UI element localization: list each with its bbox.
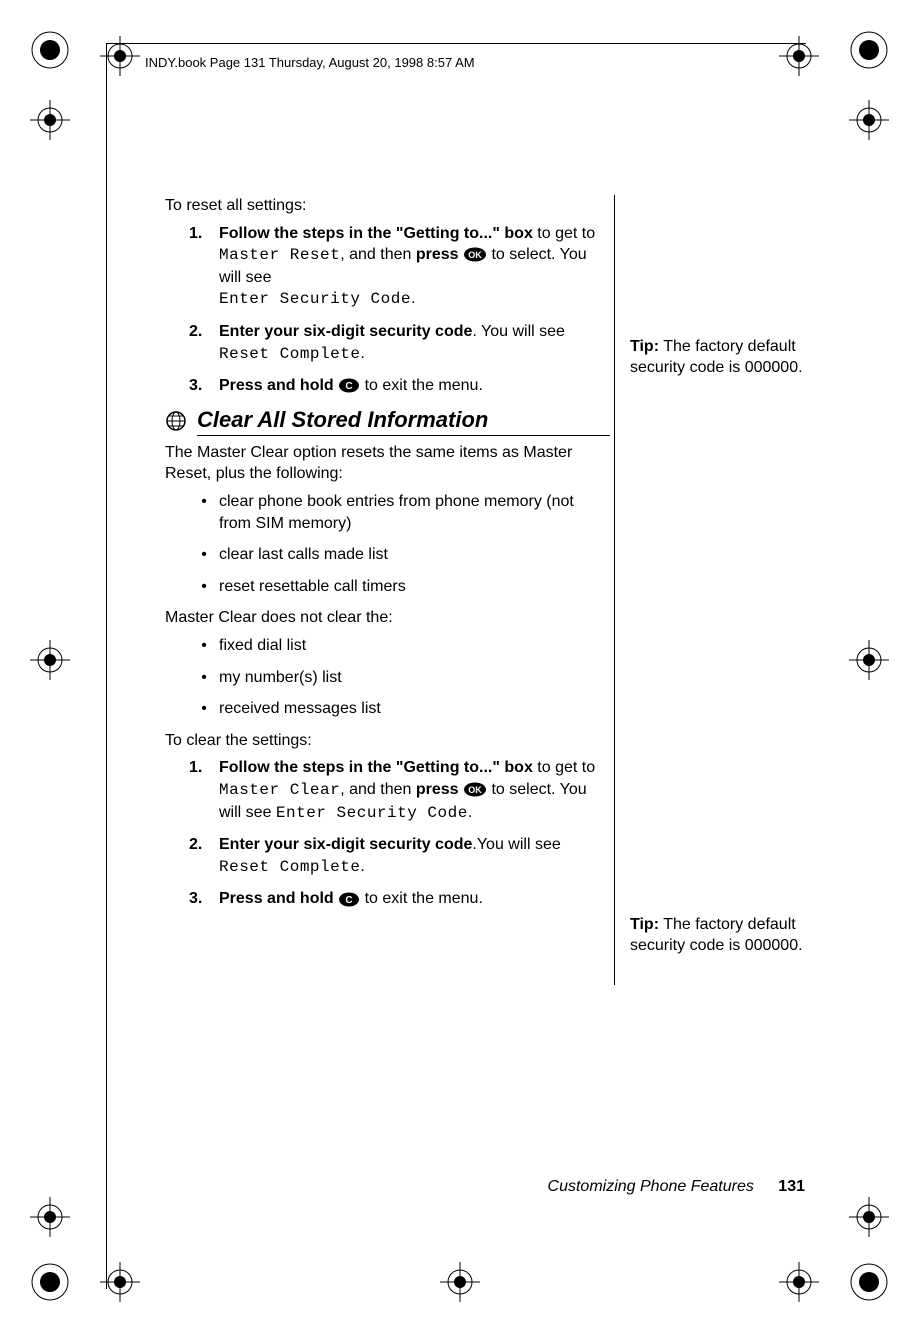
step-bold: Press and hold: [219, 377, 334, 394]
ok-key-icon: OK: [463, 244, 487, 266]
crop-mark-icon: [849, 1197, 889, 1237]
lcd-text: Reset Complete: [219, 345, 360, 363]
paragraph: Master Clear does not clear the:: [165, 607, 610, 629]
step-item: 2. Enter your six-digit security code.Yo…: [165, 834, 610, 878]
bullet-list: •clear phone book entries from phone mem…: [165, 491, 610, 597]
step-bold: Follow the steps in the "Getting to..." …: [219, 759, 533, 776]
tip-label: Tip:: [630, 916, 659, 933]
registration-mark-icon: [30, 1262, 70, 1302]
tip-label: Tip:: [630, 338, 659, 355]
list-item: •clear last calls made list: [165, 544, 610, 566]
intro-text: To clear the settings:: [165, 730, 610, 752]
page-number: 131: [778, 1178, 805, 1195]
content-divider: [614, 195, 615, 985]
list-item: •clear phone book entries from phone mem…: [165, 491, 610, 534]
step-bold: Press and hold: [219, 890, 334, 907]
step-item: 3. Press and hold C to exit the menu.: [165, 888, 610, 910]
svg-text:C: C: [346, 381, 353, 392]
crop-mark-icon: [849, 100, 889, 140]
bullet-list: •fixed dial list •my number(s) list •rec…: [165, 635, 610, 720]
svg-text:C: C: [346, 895, 353, 906]
step-number: 1.: [165, 223, 219, 311]
list-item: •fixed dial list: [165, 635, 610, 657]
list-item: •my number(s) list: [165, 667, 610, 689]
registration-mark-icon: [849, 1262, 889, 1302]
svg-text:OK: OK: [468, 250, 482, 260]
tip-note: Tip: The factory default security code i…: [630, 915, 810, 957]
crop-mark-icon: [30, 640, 70, 680]
main-content: To reset all settings: 1. Follow the ste…: [165, 195, 610, 920]
lcd-text: Master Clear: [219, 781, 340, 799]
lcd-text: Enter Security Code: [219, 290, 411, 308]
header-rule: [106, 43, 806, 45]
section-heading: Clear All Stored Information: [197, 407, 610, 436]
crop-mark-icon: [30, 1197, 70, 1237]
paragraph: The Master Clear option resets the same …: [165, 442, 610, 485]
step-number: 3.: [165, 888, 219, 910]
crop-mark-icon: [849, 640, 889, 680]
step-number: 2.: [165, 834, 219, 878]
list-item: •reset resettable call timers: [165, 576, 610, 598]
running-header: INDY.book Page 131 Thursday, August 20, …: [145, 55, 475, 70]
step-number: 2.: [165, 321, 219, 365]
page-footer: Customizing Phone Features 131: [165, 1178, 805, 1196]
step-bold: Follow the steps in the "Getting to..." …: [219, 225, 533, 242]
section-heading-row: Clear All Stored Information: [165, 407, 610, 436]
crop-mark-icon: [779, 36, 819, 76]
step-bold: Enter your six-digit security code: [219, 836, 472, 853]
step-bold: Enter your six-digit security code: [219, 323, 472, 340]
globe-icon: [165, 410, 187, 432]
step-item: 1. Follow the steps in the "Getting to..…: [165, 757, 610, 824]
step-item: 2. Enter your six-digit security code. Y…: [165, 321, 610, 365]
lcd-text: Enter Security Code: [276, 804, 468, 822]
c-key-icon: C: [338, 888, 360, 910]
crop-mark-icon: [30, 100, 70, 140]
c-key-icon: C: [338, 375, 360, 397]
steps-list-reset: 1. Follow the steps in the "Getting to..…: [165, 223, 610, 397]
registration-mark-icon: [30, 30, 70, 70]
lcd-text: Reset Complete: [219, 858, 360, 876]
ok-key-icon: OK: [463, 779, 487, 801]
step-item: 1. Follow the steps in the "Getting to..…: [165, 223, 610, 311]
intro-text: To reset all settings:: [165, 195, 610, 217]
step-number: 1.: [165, 757, 219, 824]
svg-text:OK: OK: [468, 785, 482, 795]
tip-note: Tip: The factory default security code i…: [630, 337, 810, 379]
crop-mark-icon: [779, 1262, 819, 1302]
step-item: 3. Press and hold C to exit the menu.: [165, 375, 610, 397]
list-item: •received messages list: [165, 698, 610, 720]
registration-mark-icon: [849, 30, 889, 70]
steps-list-clear: 1. Follow the steps in the "Getting to..…: [165, 757, 610, 910]
chapter-title: Customizing Phone Features: [548, 1178, 754, 1195]
lcd-text: Master Reset: [219, 246, 340, 264]
page-guide: [106, 43, 107, 1289]
crop-mark-icon: [440, 1262, 480, 1302]
step-number: 3.: [165, 375, 219, 397]
